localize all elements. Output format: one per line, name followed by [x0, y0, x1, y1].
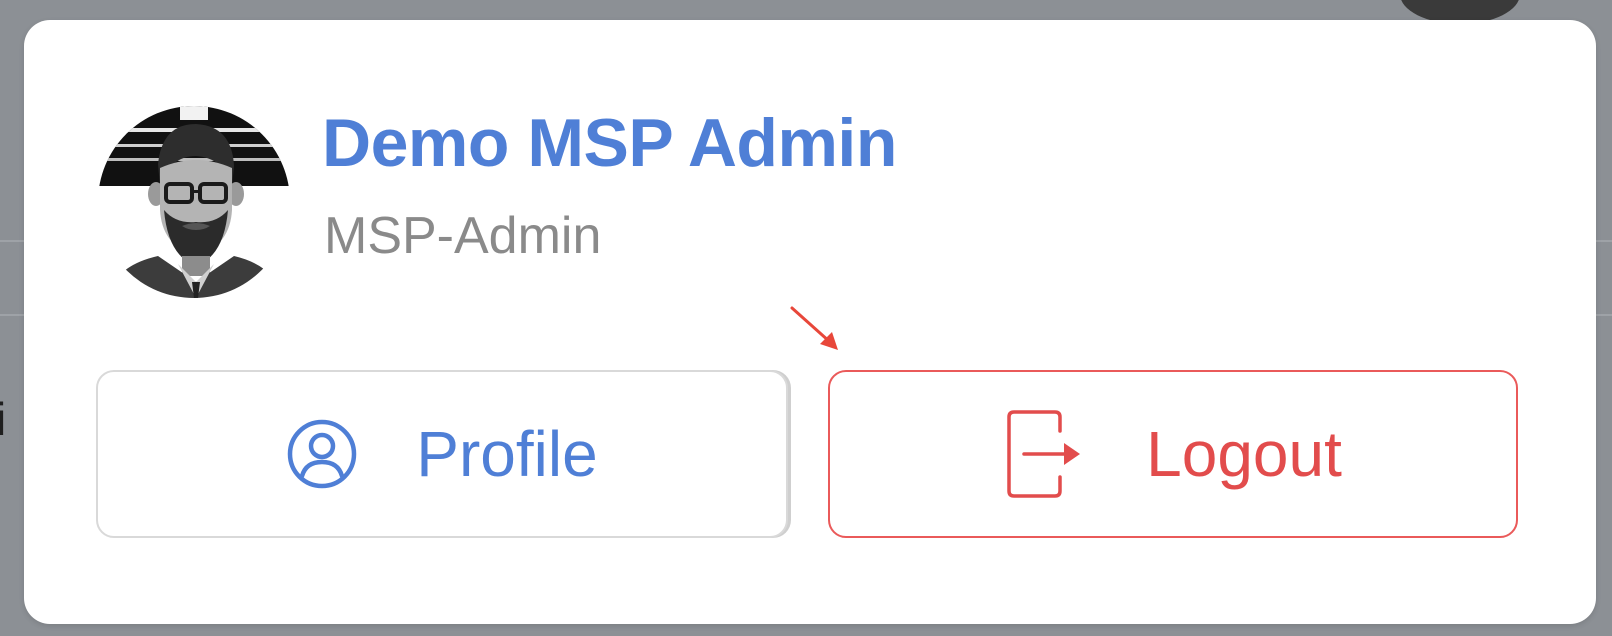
logout-arrow-icon	[1004, 409, 1084, 499]
user-name: Demo MSP Admin	[322, 105, 897, 181]
user-circle-icon	[286, 418, 358, 490]
profile-button[interactable]: Profile	[96, 370, 788, 538]
background-text: i	[0, 393, 7, 445]
annotation-arrow-icon	[790, 306, 838, 350]
logout-button[interactable]: Logout	[828, 370, 1518, 538]
avatar	[98, 106, 290, 298]
user-role: MSP-Admin	[324, 207, 602, 265]
profile-button-label: Profile	[416, 418, 598, 490]
logout-button-label: Logout	[1146, 418, 1342, 490]
